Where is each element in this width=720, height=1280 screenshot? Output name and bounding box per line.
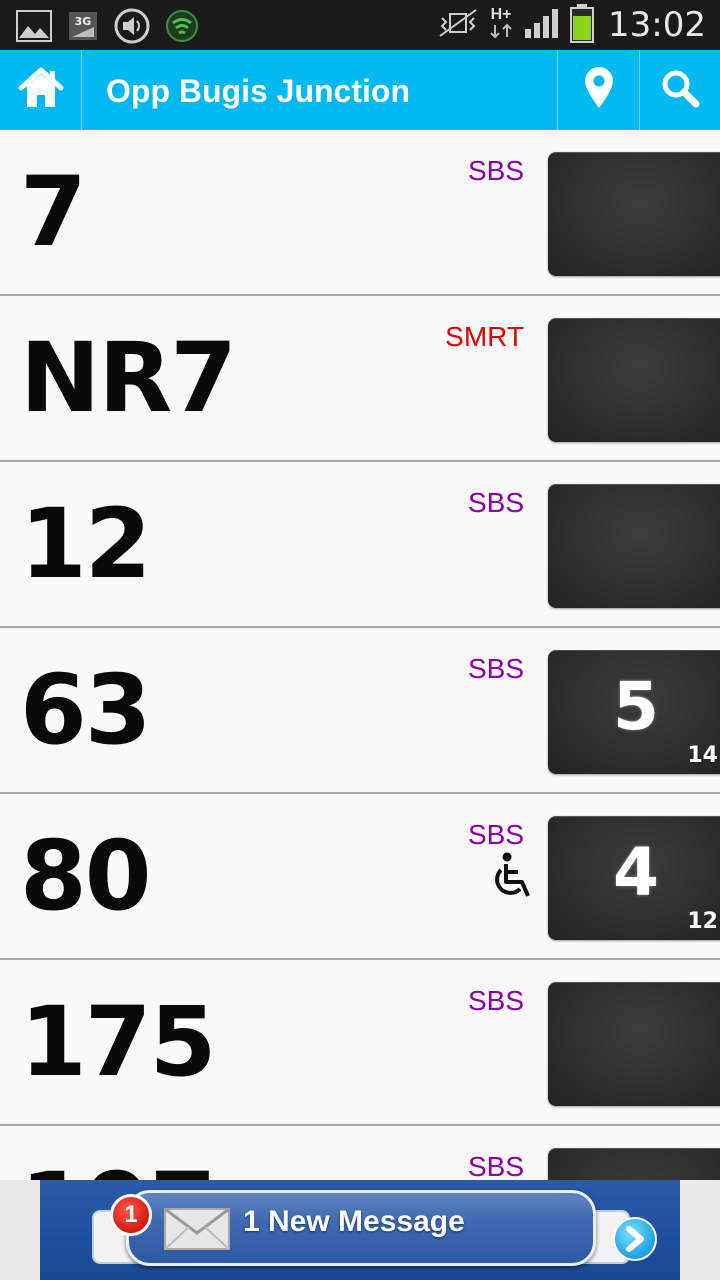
- operator-label: SBS: [467, 487, 524, 518]
- bus-service-row[interactable]: 80 SBS 4 12: [0, 794, 720, 960]
- arrival-time-box: [548, 1148, 720, 1180]
- wifi-shield-icon: [166, 10, 198, 47]
- location-pin-icon: [583, 66, 615, 115]
- operator-label: SBS: [467, 819, 524, 850]
- service-number: 12: [20, 488, 152, 600]
- bus-service-row[interactable]: 63 SBS 5 14: [0, 628, 720, 794]
- next-arrival-minutes: 5: [613, 668, 659, 745]
- ad-banner[interactable]: 1 New Message 1: [40, 1180, 680, 1280]
- operator-label: SBS: [467, 985, 524, 1016]
- status-clock: 13:02: [608, 5, 706, 45]
- arrival-time-box: [548, 484, 720, 608]
- bus-service-row[interactable]: 7 SBS: [0, 130, 720, 296]
- arrow-right-icon[interactable]: [613, 1217, 657, 1261]
- arrival-time-box: [548, 152, 720, 276]
- svg-text:3G: 3G: [75, 15, 92, 28]
- action-bar: Opp Bugis Junction: [0, 50, 720, 130]
- arrival-time-box: [548, 318, 720, 442]
- bus-service-row[interactable]: 175 SBS: [0, 960, 720, 1126]
- gallery-icon: [16, 10, 52, 47]
- subsequent-arrival-minutes: 14: [687, 743, 718, 768]
- ad-banner-area: 1 New Message 1: [0, 1180, 720, 1280]
- vibrate-icon: [438, 8, 478, 43]
- search-button[interactable]: [639, 50, 720, 130]
- status-bar-right: H+ 13:02: [428, 0, 706, 50]
- operator-label: SBS: [467, 1151, 524, 1181]
- network-type-label: H+: [490, 5, 512, 23]
- arrival-time-box: 5 14: [548, 650, 720, 774]
- wheelchair-accessible-icon: [490, 852, 532, 900]
- status-bar-left: 3G: [16, 8, 214, 49]
- sound-icon: [114, 8, 150, 49]
- home-icon: [17, 66, 65, 115]
- signal-icon: [524, 7, 560, 44]
- ad-notification-badge: 1: [110, 1194, 152, 1236]
- status-bar: 3G H+ 13:02: [0, 0, 720, 50]
- 3g-icon: 3G: [68, 11, 98, 46]
- service-number: NR7: [20, 322, 237, 434]
- page-title: Opp Bugis Junction: [106, 73, 410, 109]
- ad-message-text: 1 New Message: [243, 1205, 465, 1238]
- battery-icon: [570, 3, 595, 48]
- location-button[interactable]: [557, 50, 639, 130]
- ad-message-pill[interactable]: 1 New Message: [126, 1190, 657, 1266]
- network-hplus-icon: H+: [488, 5, 514, 44]
- bus-service-row[interactable]: 197 SBS: [0, 1126, 720, 1180]
- service-number: 63: [20, 654, 152, 766]
- envelope-icon: [163, 1205, 231, 1258]
- bus-service-list[interactable]: 7SBSNR7SMRT12SBS63SBS51480SBS412175SBS19…: [0, 130, 720, 1180]
- operator-label: SBS: [467, 155, 524, 186]
- operator-label: SMRT: [445, 321, 524, 352]
- subsequent-arrival-minutes: 12: [687, 909, 718, 934]
- service-number: 80: [20, 820, 152, 932]
- arrival-time-box: 4 12: [548, 816, 720, 940]
- service-number: 7: [20, 156, 87, 268]
- next-arrival-minutes: 4: [613, 834, 659, 911]
- operator-label: SBS: [467, 653, 524, 684]
- service-number: 175: [20, 986, 216, 1098]
- bus-service-row[interactable]: 12 SBS: [0, 462, 720, 628]
- service-number: 197: [20, 1140, 216, 1180]
- arrival-time-box: [548, 982, 720, 1106]
- bus-service-row[interactable]: NR7 SMRT: [0, 296, 720, 462]
- search-icon: [660, 68, 700, 113]
- home-button[interactable]: [0, 50, 82, 130]
